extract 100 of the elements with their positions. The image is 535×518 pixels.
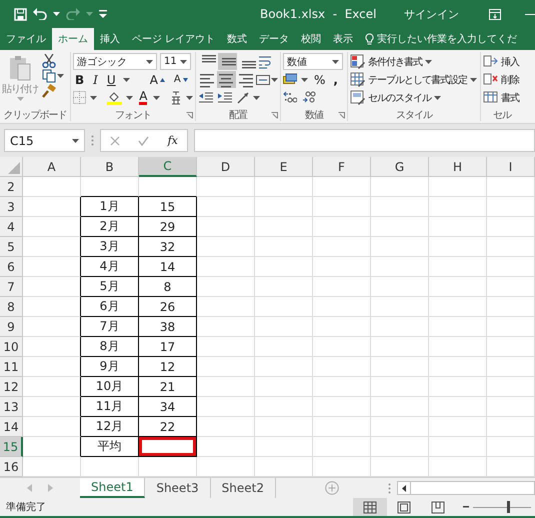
font-name-field[interactable]: 游ゴシック [73, 53, 157, 70]
ribbon-tab[interactable]: 挿入 [94, 28, 126, 50]
sheet-tab[interactable]: Sheet1 [80, 478, 146, 498]
conditional-format-icon[interactable] [350, 54, 365, 69]
row-header[interactable]: 6 [0, 257, 23, 277]
row-header[interactable]: 2 [0, 177, 23, 197]
font-color-button[interactable]: A [137, 88, 150, 106]
copy-icon[interactable] [42, 69, 56, 83]
column-header[interactable]: I [487, 157, 535, 177]
column-header[interactable]: B [81, 157, 139, 177]
table-format-icon[interactable] [350, 72, 365, 87]
caret-icon[interactable] [146, 60, 153, 64]
currency-icon[interactable] [283, 73, 297, 86]
caret-icon[interactable] [270, 78, 278, 82]
row-header[interactable]: 16 [0, 457, 23, 477]
row-header[interactable]: 15 [0, 437, 23, 457]
caret-down-icon[interactable] [182, 78, 188, 82]
caret-icon[interactable] [186, 96, 193, 100]
caret-icon[interactable] [425, 60, 432, 64]
font-size-field[interactable]: 11 [160, 53, 191, 70]
decrease-indent-icon[interactable] [198, 92, 214, 104]
row-header[interactable]: 14 [0, 417, 23, 437]
caret-icon[interactable] [72, 138, 79, 142]
caret-icon[interactable] [253, 96, 260, 100]
column-header[interactable]: A [23, 157, 81, 177]
styles-menu-button[interactable]: テーブルとして書式設定 [350, 71, 478, 88]
percent-button[interactable]: % [312, 70, 328, 88]
column-header[interactable]: F [313, 157, 371, 177]
caret-icon[interactable] [126, 96, 134, 100]
row-header[interactable]: 9 [0, 317, 23, 337]
shrink-font-button[interactable]: A [172, 70, 190, 88]
ribbon-tab[interactable]: 校閲 [295, 28, 328, 50]
row-header[interactable]: 12 [0, 377, 23, 397]
caret-icon[interactable] [53, 12, 60, 16]
ribbon-tab[interactable]: ホーム [52, 28, 94, 50]
ribbon-tab[interactable]: ページ レイアウト [126, 28, 222, 50]
row-header[interactable]: 10 [0, 337, 23, 357]
checkmark-icon[interactable] [138, 136, 150, 146]
selected-cell[interactable] [139, 437, 197, 457]
row-header[interactable]: 11 [0, 357, 23, 377]
tell-me-search[interactable]: 実行したい作業を入力してくだ [359, 28, 518, 50]
dialog-launcher-icon[interactable] [271, 112, 278, 119]
caret-icon[interactable] [153, 96, 160, 100]
text-orientation-icon[interactable] [236, 90, 250, 104]
decrease-decimal-icon[interactable] [302, 91, 316, 104]
phonetic-guide-icon[interactable] [170, 90, 182, 104]
increase-decimal-icon[interactable] [283, 91, 297, 104]
column-header[interactable]: E [255, 157, 313, 177]
underline-button[interactable]: U [104, 70, 118, 88]
row-header[interactable]: 5 [0, 237, 23, 257]
ribbon-tab[interactable]: データ [253, 28, 296, 50]
row-header[interactable]: 13 [0, 397, 23, 417]
caret-icon[interactable] [301, 78, 308, 82]
borders-icon[interactable] [73, 91, 86, 104]
caret-icon[interactable] [332, 60, 339, 64]
row-header[interactable]: 7 [0, 277, 23, 297]
horizontal-scrollbar[interactable] [396, 481, 535, 495]
view-button[interactable] [353, 498, 387, 516]
increase-indent-icon[interactable] [217, 92, 233, 104]
customize-toolbar-icon[interactable] [99, 10, 107, 18]
ribbon-tab[interactable]: 表示 [327, 28, 360, 50]
clipboard-icon[interactable] [9, 55, 31, 81]
name-box[interactable]: C15 [4, 129, 85, 152]
styles-menu-button[interactable]: 条件付き書式 [350, 53, 478, 70]
caret-icon[interactable] [180, 60, 187, 64]
insert-cells-icon[interactable] [483, 54, 498, 69]
ribbon-tab[interactable]: ファイル [0, 28, 52, 50]
column-header[interactable]: D [197, 157, 255, 177]
caret-up-icon[interactable] [160, 78, 165, 82]
column-header[interactable]: C [139, 157, 197, 177]
scroll-left-icon[interactable] [402, 484, 406, 492]
insert-function-button[interactable]: fx [168, 134, 178, 147]
caret-icon[interactable] [57, 74, 64, 78]
format-cells-icon[interactable] [483, 90, 498, 105]
wrap-text-icon[interactable] [258, 54, 272, 68]
cells-menu-button[interactable]: 挿入 [483, 53, 521, 70]
scissors-icon[interactable] [42, 54, 56, 68]
cells-menu-button[interactable]: 書式 [483, 89, 521, 106]
bold-button[interactable]: B [73, 70, 86, 88]
caret-icon[interactable] [434, 96, 441, 100]
delete-cells-icon[interactable] [483, 72, 498, 87]
cell-styles-icon[interactable] [350, 90, 365, 105]
fill-color-icon[interactable] [107, 90, 122, 105]
sign-in-link[interactable]: サインイン [404, 6, 459, 22]
save-icon[interactable] [14, 8, 27, 20]
comma-style-button[interactable]: , [331, 70, 340, 88]
dialog-launcher-icon[interactable] [338, 112, 345, 119]
row-header[interactable]: 4 [0, 217, 23, 237]
column-header[interactable]: G [371, 157, 429, 177]
caret-icon[interactable] [90, 96, 97, 100]
styles-menu-button[interactable]: セルのスタイル [350, 89, 478, 106]
number-format-field[interactable]: 数値 [283, 53, 343, 70]
formula-input[interactable] [194, 129, 535, 152]
italic-button[interactable]: I [91, 70, 100, 88]
row-header[interactable]: 8 [0, 297, 23, 317]
row-header[interactable]: 3 [0, 197, 23, 217]
column-header[interactable]: H [429, 157, 487, 177]
undo-icon[interactable] [33, 8, 47, 20]
ribbon-display-options-icon[interactable] [489, 8, 501, 20]
ribbon-tab[interactable]: 数式 [221, 28, 254, 50]
